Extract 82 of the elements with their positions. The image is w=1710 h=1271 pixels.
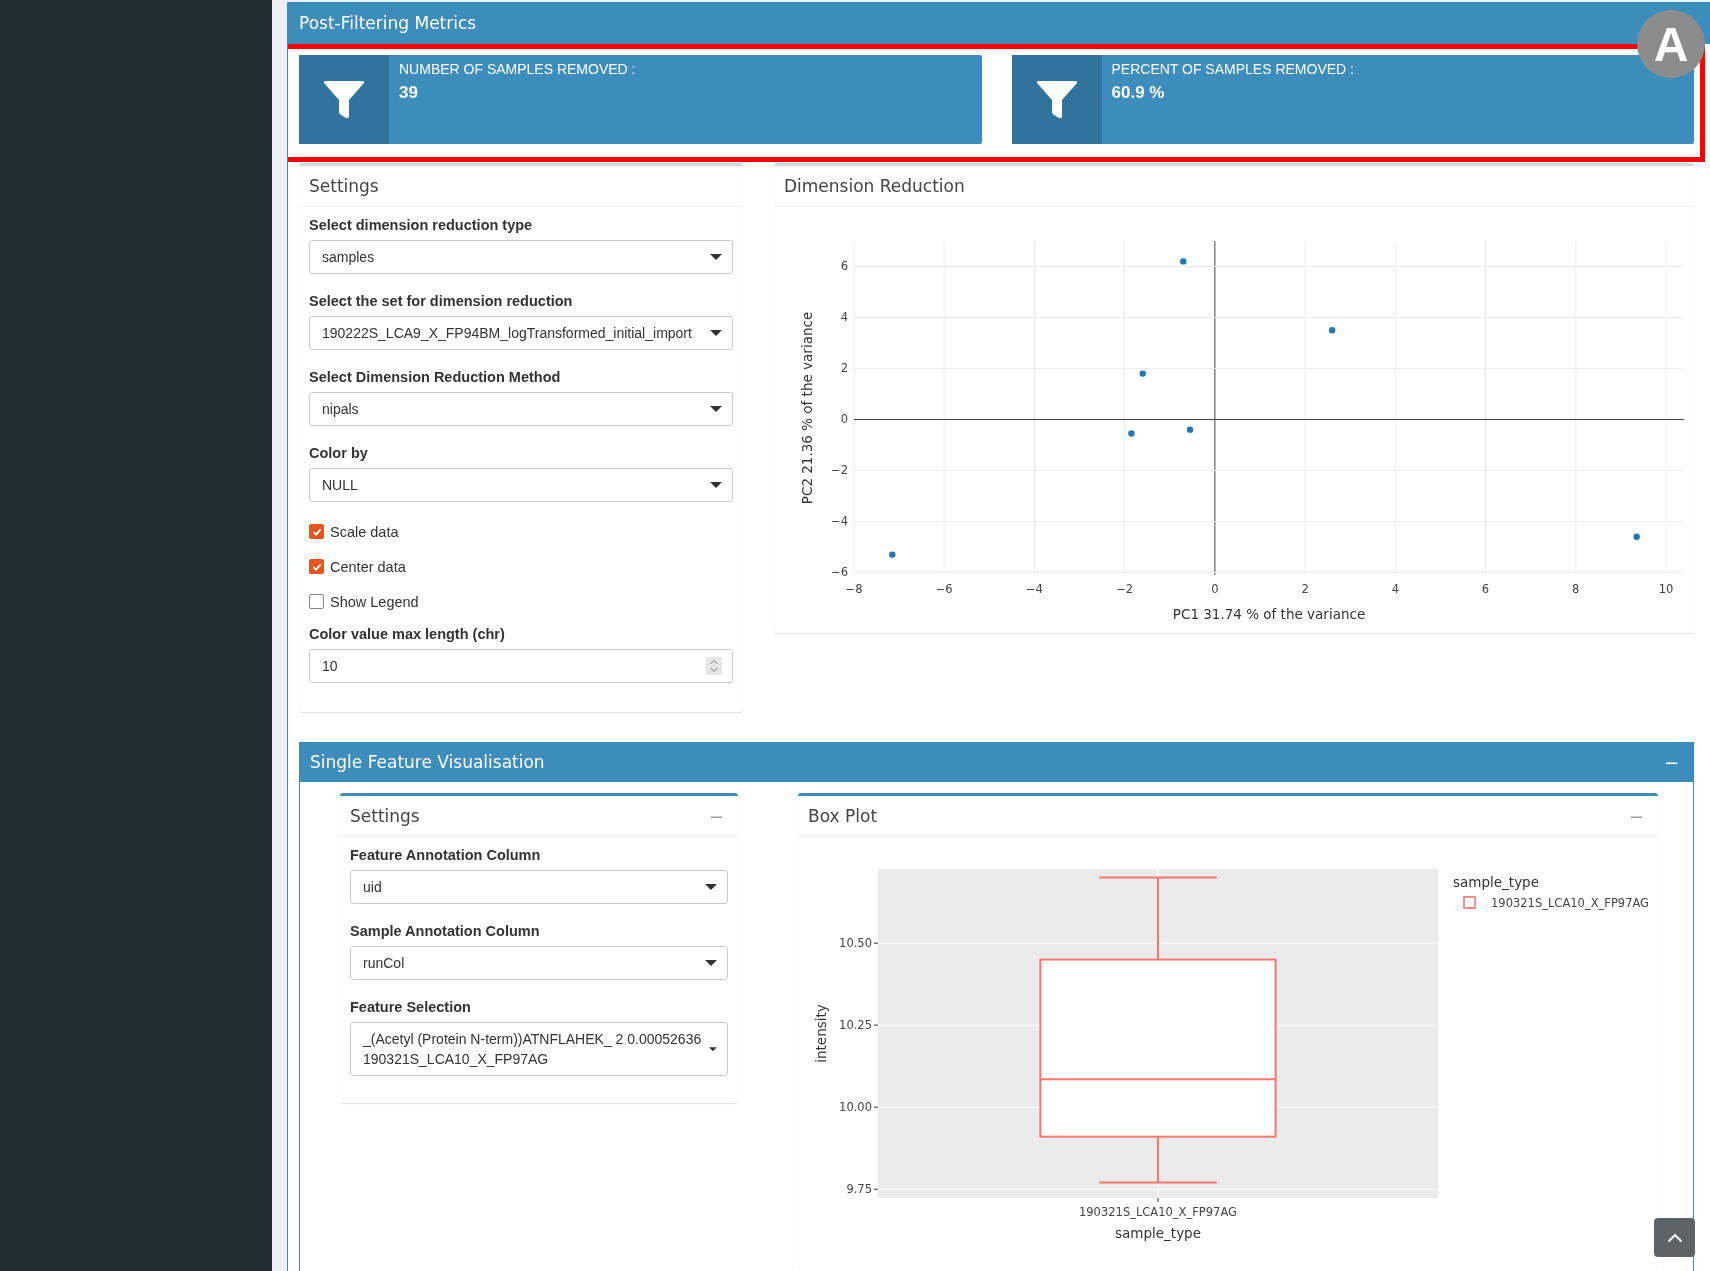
data-point xyxy=(1180,258,1187,265)
data-point xyxy=(1128,430,1135,437)
tick-label: 10.50 xyxy=(839,936,872,951)
tick-label: 10.00 xyxy=(839,1100,872,1115)
dropdown[interactable]: NULL xyxy=(309,468,733,502)
tick-label: 6 xyxy=(1481,582,1490,596)
field-label: Select Dimension Reduction Method xyxy=(309,369,562,385)
scroll-top-button[interactable] xyxy=(1654,1218,1695,1257)
tick-label: −8 xyxy=(845,582,863,596)
info-label: NUMBER OF SAMPLES REMOVED : xyxy=(399,61,636,77)
caret-icon xyxy=(705,959,717,967)
field-label: Select dimension reduction type xyxy=(309,217,534,233)
caret-icon xyxy=(710,405,722,413)
tick-label: −6 xyxy=(935,582,953,596)
data-point xyxy=(1633,533,1640,540)
field-label: Feature Annotation Column xyxy=(350,847,542,863)
dropdown[interactable]: samples xyxy=(309,240,733,274)
axis-title: sample_type xyxy=(1115,1225,1201,1241)
caret-icon xyxy=(705,883,717,891)
checkbox[interactable] xyxy=(309,559,324,574)
tick-label: 0 xyxy=(1211,582,1219,596)
caret-icon xyxy=(710,481,722,489)
chevron-up-icon xyxy=(1666,1232,1683,1243)
checkbox[interactable] xyxy=(309,524,324,539)
panel-title: Settings xyxy=(309,176,379,196)
panel-title: Box Plot xyxy=(808,806,878,826)
data-point xyxy=(1139,370,1146,377)
tick-label: −4 xyxy=(1025,582,1043,596)
field-label: Sample Annotation Column xyxy=(350,923,541,939)
tick-label: 2 xyxy=(1301,582,1309,596)
tick-label: 6 xyxy=(840,259,848,274)
axis-title: PC2 21.36 % of the variance xyxy=(799,311,815,505)
checkbox-label[interactable]: Show Legend xyxy=(330,593,419,610)
checkbox-label[interactable]: Scale data xyxy=(330,523,399,540)
legend-label: 190321S_LCA10_X_FP97AG xyxy=(1491,896,1648,910)
data-point xyxy=(1328,327,1336,334)
info-label: PERCENT OF SAMPLES REMOVED : xyxy=(1111,61,1354,77)
checkbox-label[interactable]: Center data xyxy=(330,558,406,575)
dropdown[interactable]: 190222S_LCA9_X_FP94BM_logTransformed_initial_import xyxy=(309,316,733,350)
tick-label: 0 xyxy=(840,412,848,427)
dropdown[interactable]: _(Acetyl (Protein N-term))ATNFLAHEK_ 2 0.00052636 190321S_LCA10_X_FP97AG xyxy=(350,1022,728,1076)
dropdown[interactable]: uid xyxy=(350,870,728,904)
check-icon xyxy=(311,561,322,572)
tick-label: 190321S_LCA10_X_FP97AG xyxy=(1079,1205,1237,1219)
panel-title: Dimension Reduction xyxy=(784,176,965,196)
data-point xyxy=(1186,426,1194,433)
tick-label: 10 xyxy=(1658,582,1674,596)
tick-label: 4 xyxy=(840,310,848,325)
field-label: Color value max length (chr) xyxy=(309,626,506,642)
tick-label: 10.25 xyxy=(839,1018,872,1033)
filter-icon xyxy=(322,79,366,120)
dropdown[interactable]: runCol xyxy=(350,946,728,980)
info-value: 60.9 % xyxy=(1111,83,1166,103)
field-label: Color by xyxy=(309,445,369,461)
caret-icon xyxy=(710,253,722,261)
filter-icon xyxy=(1034,79,1079,120)
field-label: Select the set for dimension reduction xyxy=(309,293,574,309)
tick-label: 2 xyxy=(840,361,848,376)
info-value: 39 xyxy=(399,83,419,103)
caret-icon xyxy=(710,329,722,337)
collapse-button[interactable]: − xyxy=(1659,751,1683,773)
legend-title: sample_type xyxy=(1453,874,1539,890)
panel-title: Settings xyxy=(350,806,420,826)
tick-label: 4 xyxy=(1391,582,1399,596)
axis-title: PC1 31.74 % of the variance xyxy=(1172,606,1366,622)
tick-label: −4 xyxy=(831,514,848,529)
number-field[interactable]: 10 xyxy=(309,649,733,683)
check-icon xyxy=(311,526,322,537)
tick-label: 8 xyxy=(1572,582,1580,596)
tick-label: 9.75 xyxy=(846,1182,872,1197)
panel-title: Single Feature Visualisation xyxy=(310,752,545,772)
panel-title: Post-Filtering Metrics xyxy=(299,13,477,33)
tick-label: −2 xyxy=(1116,582,1134,596)
checkbox[interactable] xyxy=(309,594,324,609)
spinner-icon xyxy=(706,657,722,675)
caret-icon xyxy=(709,1045,717,1053)
tick-label: −6 xyxy=(831,565,848,580)
dropdown[interactable]: nipals xyxy=(309,392,733,426)
tick-label: −2 xyxy=(831,463,848,478)
data-point xyxy=(889,551,896,558)
axis-title: intensity xyxy=(813,1004,829,1063)
field-label: Feature Selection xyxy=(350,999,472,1015)
